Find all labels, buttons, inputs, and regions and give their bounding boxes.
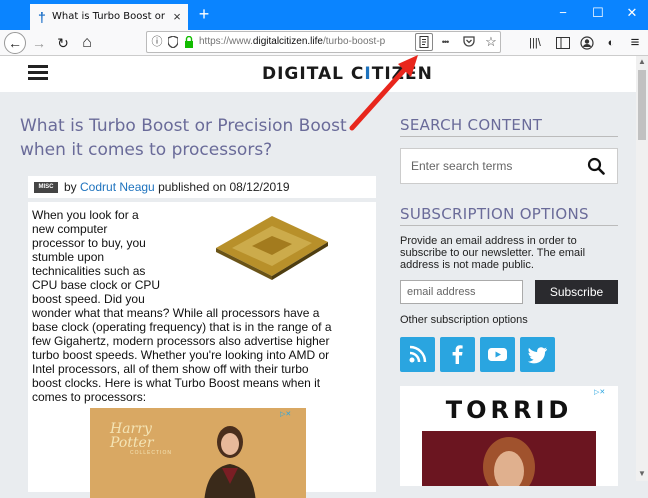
rss-icon[interactable] bbox=[400, 337, 435, 372]
maximize-button[interactable]: ☐ bbox=[587, 4, 609, 22]
forward-button[interactable]: → bbox=[28, 32, 50, 54]
url-path: /turbo-boost-p bbox=[322, 36, 386, 47]
search-input[interactable] bbox=[411, 159, 571, 173]
close-window-button[interactable]: ✕ bbox=[621, 4, 643, 22]
web-page: DIGITAL CITIZEN What is Turbo Boost or P… bbox=[0, 56, 648, 498]
navigation-bar: ← → ↻ ⌂ ⓘ https://www.digitalcitizen.lif… bbox=[0, 30, 648, 56]
article-body: When you look for a new computer processor… bbox=[28, 202, 376, 498]
page-actions-icon[interactable]: ••• bbox=[437, 34, 453, 50]
article-text-line: processor to buy, you bbox=[32, 236, 146, 250]
info-icon[interactable]: ⓘ bbox=[149, 34, 165, 50]
search-icon[interactable] bbox=[587, 157, 605, 175]
subscription-text: Provide an email address in order to sub… bbox=[400, 235, 586, 271]
url-domain: digitalcitizen.life bbox=[252, 36, 323, 47]
shield-icon[interactable] bbox=[165, 34, 181, 50]
url-text[interactable]: https://www.digitalcitizen.life/turbo-bo… bbox=[199, 36, 409, 50]
article-text-line: new computer bbox=[32, 222, 108, 236]
other-subscription-options: Other subscription options bbox=[400, 314, 528, 326]
home-button[interactable]: ⌂ bbox=[76, 32, 98, 54]
search-box bbox=[400, 148, 618, 184]
twitter-icon[interactable] bbox=[520, 337, 555, 372]
ad-brand-text: Harry Potter bbox=[110, 421, 154, 451]
ad-person-image bbox=[200, 424, 260, 498]
article-text-line: When you look for a bbox=[32, 208, 139, 222]
menu-icon[interactable]: ≡ bbox=[624, 32, 646, 54]
minimize-button[interactable]: − bbox=[552, 4, 574, 22]
article-text-line: CPU base clock or CPU bbox=[32, 278, 161, 292]
tab-title: What is Turbo Boost or Precision Boost bbox=[52, 11, 168, 22]
article-text-line: wonder what that means? While all proces… bbox=[32, 306, 320, 320]
account-icon[interactable] bbox=[576, 32, 598, 54]
article-text-line: boost speed. Did you bbox=[32, 292, 145, 306]
scroll-down-arrow-icon[interactable]: ▼ bbox=[636, 468, 648, 480]
youtube-icon[interactable] bbox=[480, 337, 515, 372]
article-text-line: boost clocks. Here is what Turbo Boost m… bbox=[32, 376, 321, 390]
ad-sub-text: COLLECTION bbox=[130, 450, 172, 456]
lock-icon[interactable] bbox=[181, 34, 197, 50]
search-divider bbox=[400, 136, 618, 137]
article-text-line: turbo boost speeds. Whether you're looki… bbox=[32, 348, 330, 362]
url-bar[interactable]: ⓘ https://www.digitalcitizen.life/turbo-… bbox=[146, 31, 501, 53]
facebook-icon[interactable] bbox=[440, 337, 475, 372]
library-icon[interactable]: |||\ bbox=[524, 32, 546, 54]
harry-potter-ad[interactable]: Harry Potter COLLECTION ▷✕ bbox=[90, 408, 306, 498]
byline-bar: MISC by Codrut Neagu published on 08/12/… bbox=[28, 176, 376, 198]
subscription-heading: SUBSCRIPTION OPTIONS bbox=[400, 205, 589, 223]
article-text-line: technicalities such as bbox=[32, 264, 146, 278]
byline: by Codrut Neagu published on 08/12/2019 bbox=[64, 179, 364, 195]
search-heading: SEARCH CONTENT bbox=[400, 116, 543, 134]
bookmark-star-icon[interactable]: ☆ bbox=[483, 34, 499, 50]
new-tab-button[interactable]: + bbox=[194, 4, 214, 24]
subscription-divider bbox=[400, 225, 618, 226]
article-text-line: base clock (operating frequency) that is… bbox=[32, 320, 332, 334]
pocket-icon[interactable] bbox=[461, 34, 477, 50]
extensions-icon[interactable]: ◐ bbox=[600, 32, 622, 54]
byline-date: published on 08/12/2019 bbox=[154, 180, 290, 194]
back-button[interactable]: ← bbox=[4, 32, 26, 54]
scroll-thumb[interactable] bbox=[638, 70, 646, 140]
article-text-line: stumble upon bbox=[32, 250, 105, 264]
tab-close-icon[interactable]: × bbox=[170, 9, 184, 25]
cpu-image bbox=[206, 206, 336, 282]
sidebar-icon[interactable] bbox=[552, 32, 574, 54]
email-field[interactable] bbox=[400, 280, 523, 304]
torrid-ad[interactable]: ▷✕ TORRID bbox=[400, 386, 618, 486]
reader-view-icon[interactable] bbox=[415, 33, 433, 51]
subscribe-button[interactable]: Subscribe bbox=[535, 280, 618, 304]
browser-tab[interactable]: † What is Turbo Boost or Precision Boost… bbox=[30, 2, 188, 30]
page-scrollbar[interactable]: ▲ ▼ bbox=[636, 56, 648, 481]
title-bar: † What is Turbo Boost or Precision Boost… bbox=[0, 0, 648, 30]
article-text-line: Intel processors, all of them show off w… bbox=[32, 362, 309, 376]
url-prefix: https://www. bbox=[199, 36, 253, 47]
annotation-arrow-icon bbox=[349, 55, 418, 131]
ad-person-image bbox=[422, 431, 596, 486]
article-text-line: few Gigahertz, modern processors also ad… bbox=[32, 334, 330, 348]
site-header: DIGITAL CITIZEN bbox=[0, 56, 636, 92]
ad-brand-text: TORRID bbox=[445, 396, 573, 424]
article-title[interactable]: What is Turbo Boost or Precision Boost w… bbox=[20, 114, 370, 164]
article-text-line: comes to processors: bbox=[32, 390, 147, 404]
ad-choices-icon[interactable]: ▷✕ bbox=[280, 410, 304, 420]
category-badge[interactable]: MISC bbox=[34, 182, 58, 193]
scroll-up-arrow-icon[interactable]: ▲ bbox=[636, 56, 648, 68]
hamburger-menu-icon[interactable] bbox=[28, 65, 48, 81]
site-favicon-icon: † bbox=[38, 9, 46, 25]
reload-button[interactable]: ↻ bbox=[52, 32, 74, 54]
byline-by: by bbox=[64, 180, 81, 194]
author-link[interactable]: Codrut Neagu bbox=[80, 180, 155, 194]
